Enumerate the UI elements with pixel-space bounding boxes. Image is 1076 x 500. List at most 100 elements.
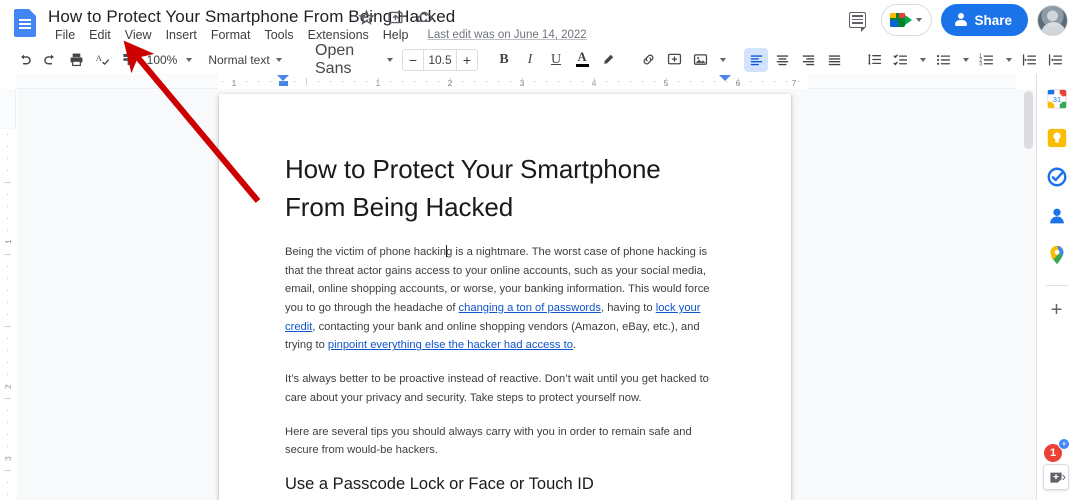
paint-format-button[interactable] xyxy=(116,48,140,72)
menu-view[interactable]: View xyxy=(118,27,159,43)
checklist-button[interactable] xyxy=(888,48,912,72)
menu-help[interactable]: Help xyxy=(376,27,416,43)
cloud-saved-icon[interactable] xyxy=(416,9,433,26)
menu-insert[interactable]: Insert xyxy=(159,27,204,43)
svg-text:A: A xyxy=(95,53,102,63)
underline-button[interactable]: U xyxy=(544,48,568,72)
vruler-tick xyxy=(7,434,8,435)
document-canvas[interactable]: How to Protect Your Smartphone From Bein… xyxy=(17,89,1036,500)
vruler-tick xyxy=(7,146,8,147)
bulleted-list-button[interactable] xyxy=(931,48,955,72)
text-color-button[interactable]: A xyxy=(570,48,594,72)
align-center-button[interactable] xyxy=(770,48,794,72)
decrease-indent-button[interactable] xyxy=(1017,48,1041,72)
google-calendar-icon[interactable]: 31 xyxy=(1046,88,1068,110)
font-family-dropdown[interactable]: Open Sans xyxy=(306,42,398,77)
avatar[interactable] xyxy=(1037,4,1068,36)
google-keep-icon[interactable] xyxy=(1046,127,1068,149)
ruler-tick xyxy=(234,81,235,82)
document-paragraph-2: It’s always better to be proactive inste… xyxy=(285,373,709,404)
highlight-color-button[interactable] xyxy=(596,48,620,72)
document-page[interactable]: How to Protect Your Smartphone From Bein… xyxy=(219,94,791,500)
ruler-tick xyxy=(246,81,247,82)
decrease-font-size-button[interactable]: − xyxy=(403,50,423,70)
vruler-tick xyxy=(7,266,8,267)
font-size-stepper[interactable]: − 10.5 + xyxy=(402,48,478,71)
google-docs-logo-icon[interactable] xyxy=(14,9,36,37)
ruler-tick xyxy=(750,81,751,82)
add-ons-button[interactable]: + xyxy=(1051,300,1063,320)
ruler-tick xyxy=(762,81,763,82)
vruler-tick xyxy=(7,194,8,195)
ruler-tick xyxy=(258,81,259,82)
move-to-folder-icon[interactable] xyxy=(387,9,404,26)
last-edit-label[interactable]: Last edit was on June 14, 2022 xyxy=(428,29,587,41)
italic-button[interactable]: I xyxy=(518,48,542,72)
chevron-down-icon[interactable] xyxy=(963,57,969,62)
ruler-major-tick xyxy=(306,78,307,85)
font-family-value: Open Sans xyxy=(315,41,355,77)
menu-file[interactable]: File xyxy=(48,27,82,43)
increase-font-size-button[interactable]: + xyxy=(457,50,477,70)
google-maps-icon[interactable] xyxy=(1046,244,1068,266)
link-changing-passwords[interactable]: changing a ton of passwords xyxy=(459,302,601,314)
svg-text:31: 31 xyxy=(1052,95,1060,104)
vruler-tick xyxy=(7,206,8,207)
vruler-tick xyxy=(7,242,8,243)
google-contacts-icon[interactable] xyxy=(1046,205,1068,227)
ruler-tick xyxy=(798,81,799,82)
right-indent-marker[interactable] xyxy=(719,75,731,81)
insert-link-button[interactable] xyxy=(636,48,660,72)
align-right-button[interactable] xyxy=(796,48,820,72)
ruler-tick xyxy=(606,81,607,82)
scrollbar-thumb[interactable] xyxy=(1024,91,1033,149)
google-meet-button[interactable] xyxy=(881,4,933,36)
print-button[interactable] xyxy=(64,48,88,72)
link-pinpoint-everything[interactable]: pinpoint everything else the hacker had … xyxy=(328,339,573,351)
redo-button[interactable] xyxy=(38,48,62,72)
numbered-list-button[interactable]: 123 xyxy=(974,48,998,72)
font-size-value[interactable]: 10.5 xyxy=(423,49,457,70)
notification-badge-plus[interactable]: + xyxy=(1058,438,1070,450)
expand-side-panel-button[interactable]: › xyxy=(1062,469,1066,484)
chevron-down-icon[interactable] xyxy=(720,57,726,62)
left-margin-marker[interactable] xyxy=(278,81,288,86)
bold-button[interactable]: B xyxy=(492,48,516,72)
menu-edit[interactable]: Edit xyxy=(82,27,118,43)
increase-indent-button[interactable] xyxy=(1043,48,1067,72)
chevron-down-icon[interactable] xyxy=(920,57,926,62)
menu-format[interactable]: Format xyxy=(204,27,258,43)
vertical-scrollbar[interactable] xyxy=(1024,91,1033,497)
comment-history-button[interactable] xyxy=(842,5,872,35)
ruler-tick xyxy=(534,81,535,82)
zoom-value: 100% xyxy=(146,52,178,67)
ruler-tick xyxy=(726,81,727,82)
spellcheck-button[interactable]: A xyxy=(90,48,114,72)
google-docs-window: How to Protect Your Smartphone From Bein… xyxy=(0,0,1076,500)
ruler-tick xyxy=(426,81,427,82)
horizontal-ruler[interactable]: 1 1 2 3 4 5 6 7 xyxy=(16,74,1016,89)
line-spacing-button[interactable] xyxy=(862,48,886,72)
align-justify-button[interactable] xyxy=(822,48,846,72)
share-button[interactable]: Share xyxy=(941,4,1028,36)
paragraph-style-value: Normal text xyxy=(208,52,270,67)
paragraph-style-dropdown[interactable]: Normal text xyxy=(196,48,290,72)
add-comment-button[interactable] xyxy=(662,48,686,72)
ruler-tick xyxy=(402,81,403,82)
undo-button[interactable] xyxy=(12,48,36,72)
ruler-tick xyxy=(282,81,283,82)
vertical-ruler[interactable]: 1 2 3 xyxy=(0,89,16,500)
ruler-tick xyxy=(570,81,571,82)
insert-image-button[interactable] xyxy=(688,48,712,72)
google-tasks-icon[interactable] xyxy=(1046,166,1068,188)
side-panel-divider xyxy=(1045,285,1068,286)
document-paragraph-3: Here are several tips you should always … xyxy=(285,425,692,457)
svg-text:3: 3 xyxy=(979,61,982,67)
align-left-button[interactable] xyxy=(744,47,768,72)
menu-tools[interactable]: Tools xyxy=(257,27,300,43)
zoom-dropdown[interactable]: 100% xyxy=(147,48,193,72)
ruler-tick xyxy=(558,81,559,82)
star-icon[interactable] xyxy=(358,9,375,26)
vruler-tick xyxy=(7,350,8,351)
chevron-down-icon[interactable] xyxy=(1006,57,1012,62)
